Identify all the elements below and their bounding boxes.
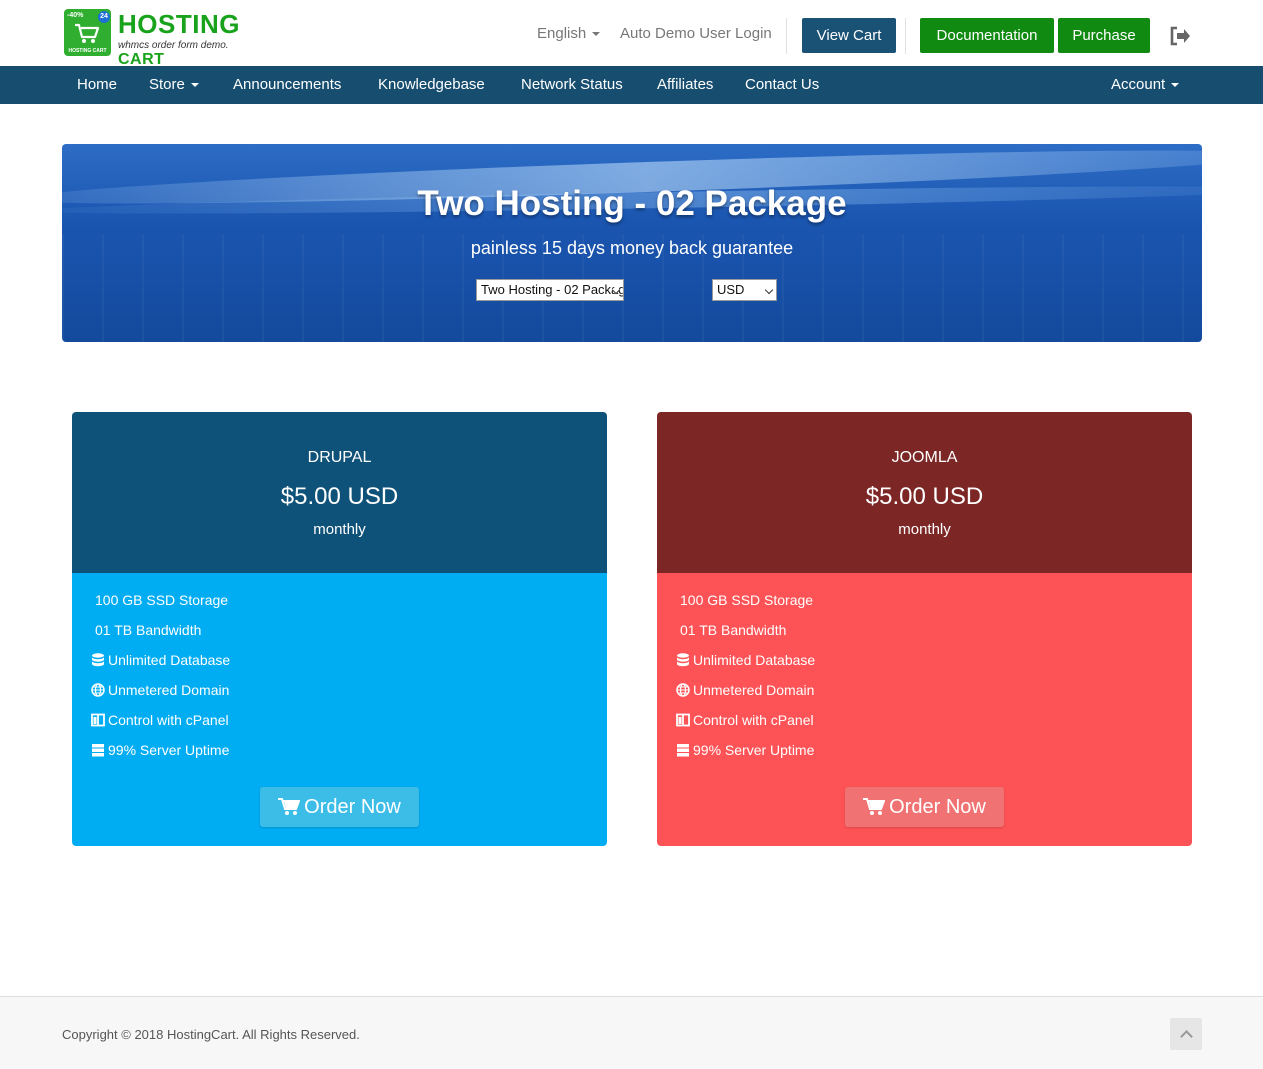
server-icon — [677, 744, 689, 757]
nav-knowledgebase[interactable]: Knowledgebase — [378, 66, 485, 104]
divider — [905, 18, 906, 54]
nav-account-label: Account — [1111, 76, 1166, 93]
chevron-down-icon — [592, 32, 601, 37]
plan-card-header: JOOMLA $5.00 USD monthly — [657, 412, 1192, 573]
feature-label: Unlimited Database — [693, 652, 816, 668]
feature-label: Control with cPanel — [108, 712, 229, 728]
feature-item: 100 GB SSD Storage — [95, 592, 229, 608]
feature-label: 99% Server Uptime — [108, 742, 230, 758]
nav-network-status[interactable]: Network Status — [521, 66, 623, 104]
site-logo[interactable]: -40% 24 HOSTING CART HOSTING CART whmcs … — [64, 9, 294, 68]
back-to-top-button[interactable] — [1170, 1018, 1202, 1050]
language-dropdown[interactable]: English — [537, 25, 601, 42]
feature-label: Unlimited Database — [108, 652, 231, 668]
nav-affiliates[interactable]: Affiliates — [657, 66, 713, 104]
feature-item: 99% Server Uptime — [676, 740, 814, 760]
plan-billing-cycle: monthly — [313, 521, 366, 538]
columns-icon — [91, 713, 105, 727]
nav-announcements[interactable]: Announcements — [233, 66, 341, 104]
logout-icon[interactable] — [1169, 26, 1191, 46]
feature-label: 99% Server Uptime — [693, 742, 815, 758]
columns-icon — [676, 713, 690, 727]
chevron-down-icon — [764, 285, 774, 295]
feature-label: Unmetered Domain — [108, 682, 230, 698]
product-group-value: Two Hosting - 02 Package — [481, 282, 624, 297]
hero-banner: Two Hosting - 02 Package painless 15 day… — [62, 144, 1202, 342]
server-icon — [92, 744, 104, 757]
plan-billing-cycle: monthly — [898, 521, 951, 538]
documentation-button[interactable]: Documentation — [920, 18, 1054, 53]
database-icon — [92, 653, 104, 667]
feature-label: Unmetered Domain — [693, 682, 815, 698]
plan-name: JOOMLA — [891, 449, 958, 466]
view-cart-button[interactable]: View Cart — [802, 18, 896, 53]
top-header: -40% 24 HOSTING CART HOSTING CART whmcs … — [0, 0, 1263, 68]
feature-item: Unlimited Database — [676, 650, 815, 670]
feature-item: Unmetered Domain — [676, 680, 814, 700]
currency-select[interactable]: USD — [712, 279, 777, 301]
purchase-button[interactable]: Purchase — [1058, 18, 1150, 53]
page-title: Two Hosting - 02 Package — [417, 184, 847, 223]
nav-account[interactable]: Account — [1111, 66, 1180, 104]
globe-icon — [91, 683, 105, 697]
chevron-down-icon — [1171, 83, 1180, 88]
plan-card-drupal: DRUPAL $5.00 USD monthly 100 GB SSD Stor… — [72, 412, 607, 846]
logo-badge-label: HOSTING CART — [68, 48, 107, 54]
logo-tagline: whmcs order form demo. — [118, 40, 229, 51]
order-now-button[interactable]: Order Now — [260, 787, 419, 827]
product-group-select[interactable]: Two Hosting - 02 Package — [476, 279, 624, 301]
feature-item: Unlimited Database — [91, 650, 230, 670]
feature-item: 100 GB SSD Storage — [680, 592, 814, 608]
nav-store[interactable]: Store — [149, 66, 199, 104]
footer: Copyright © 2018 HostingCart. All Rights… — [0, 996, 1263, 1069]
plan-name: DRUPAL — [307, 449, 372, 466]
feature-item: 01 TB Bandwidth — [680, 622, 787, 638]
database-icon — [677, 653, 689, 667]
logo-badge: -40% 24 HOSTING CART — [64, 9, 111, 56]
feature-item: Control with cPanel — [91, 710, 229, 730]
plan-price: $5.00 USD — [865, 483, 984, 510]
cart-icon — [863, 798, 886, 815]
logo-badge-percent: -40% — [67, 12, 84, 19]
demo-login-link[interactable]: Auto Demo User Login — [620, 25, 772, 42]
divider — [786, 18, 787, 54]
nav-contact-us[interactable]: Contact Us — [745, 66, 819, 104]
order-now-label: Order Now — [304, 796, 401, 818]
chevron-down-icon — [190, 83, 199, 88]
feature-item: Control with cPanel — [676, 710, 814, 730]
feature-item: 01 TB Bandwidth — [95, 622, 202, 638]
feature-item: 99% Server Uptime — [91, 740, 229, 760]
logo-title-main: HOSTING — [118, 9, 240, 39]
plan-card-header: DRUPAL $5.00 USD monthly — [72, 412, 607, 573]
main-nav: Home Store Announcements Knowledgebase N… — [0, 66, 1263, 104]
page-subtitle: painless 15 days money back guarantee — [470, 238, 794, 258]
logo-badge-number: 24 — [98, 11, 110, 23]
plan-price: $5.00 USD — [280, 483, 399, 510]
plan-card-joomla: JOOMLA $5.00 USD monthly 100 GB SSD Stor… — [657, 412, 1192, 846]
nav-home[interactable]: Home — [77, 66, 117, 104]
currency-value: USD — [717, 282, 745, 297]
copyright-text: Copyright © 2018 HostingCart. All Rights… — [62, 1027, 360, 1042]
feature-item: Unmetered Domain — [91, 680, 229, 700]
nav-store-label: Store — [149, 76, 185, 93]
cart-icon — [278, 798, 301, 815]
feature-label: Control with cPanel — [693, 712, 814, 728]
order-now-button[interactable]: Order Now — [845, 787, 1004, 827]
language-label: English — [537, 25, 587, 42]
globe-icon — [676, 683, 690, 697]
logo-cart-icon — [75, 23, 100, 43]
order-now-label: Order Now — [889, 796, 986, 818]
